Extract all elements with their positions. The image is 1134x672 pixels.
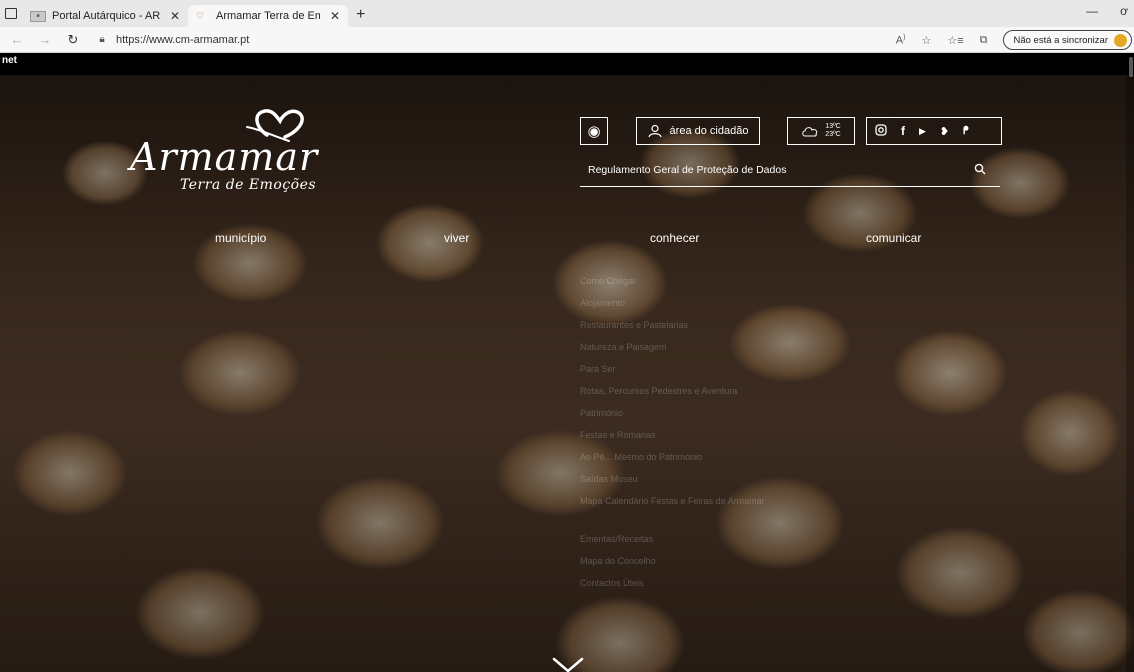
submenu-item[interactable]: Mapa do Concelho — [580, 555, 780, 577]
armamar-heart-favicon-icon: ♡ — [196, 10, 205, 21]
favorites-icon[interactable]: ☆≡ — [947, 34, 963, 47]
weather-temp-high: 13ºC — [825, 123, 841, 130]
address-bar: ← → ↻ 🔒︎ https://www.cm-armamar.pt A) ☆ … — [0, 27, 1134, 53]
submenu-item[interactable]: Rotas, Percursos Pedestres e Aventura — [580, 385, 780, 407]
language-button[interactable]: ◉ — [580, 117, 608, 145]
browser-tab-bar: ■ Portal Autárquico - ARMAMAR ✕ ♡ Armama… — [0, 0, 1134, 27]
tab-title: Portal Autárquico - ARMAMAR — [52, 10, 160, 22]
submenu-item[interactable]: Ementas/Receitas — [580, 533, 780, 555]
read-aloud-icon[interactable]: A) — [896, 34, 906, 47]
close-tab-icon[interactable]: ✕ — [326, 9, 340, 23]
nav-item-municipio[interactable]: município — [215, 231, 266, 245]
submenu-item[interactable]: Festas e Romarias — [580, 429, 780, 451]
refresh-icon[interactable]: ↻ — [62, 32, 84, 48]
search-icon[interactable] — [960, 163, 1000, 178]
submenu-item[interactable]: Património — [580, 407, 780, 429]
lock-icon[interactable]: 🔒︎ — [94, 34, 110, 45]
logo-tagline: Terra de Emoções — [180, 177, 317, 193]
submenu-item[interactable]: Para Ser — [580, 363, 780, 385]
user-icon — [647, 124, 662, 138]
window-menu-icon[interactable]: ơ — [1120, 4, 1128, 18]
back-arrow-icon[interactable]: ← — [6, 32, 28, 47]
scrollbar-thumb[interactable] — [1129, 57, 1133, 77]
submenu-item[interactable]: Contactos Úteis — [580, 577, 780, 599]
sync-status-label: Não está a sincronizar — [1013, 34, 1108, 46]
armamar-portal-favicon-icon: ■ — [30, 10, 46, 22]
submenu-item[interactable]: Alojamento — [580, 297, 780, 319]
collections-icon[interactable]: ⧉ — [980, 34, 988, 47]
weather-temp-low: 23ºC — [825, 131, 841, 138]
nav-item-viver[interactable]: viver — [444, 231, 469, 245]
submenu-item[interactable]: Restaurantes e Pastelarias — [580, 319, 780, 341]
globe-icon: ◉ — [587, 123, 601, 140]
submenu-item[interactable]: Ao Pé... Mesmo do Património — [580, 451, 780, 473]
search-input[interactable]: Regulamento Geral de Proteção de Dados — [580, 164, 960, 176]
sync-status-button[interactable]: Não está a sincronizar — [1003, 30, 1132, 50]
facebook-icon[interactable]: f — [901, 124, 905, 138]
submenu-item[interactable]: Mapa Calendário Festas e Feiras de Armam… — [580, 495, 780, 533]
search-bar[interactable]: Regulamento Geral de Proteção de Dados — [580, 154, 1000, 187]
address-bar-actions: A) ☆ ☆≡ ⧉ Não está a sincronizar — [896, 27, 1134, 53]
submenu-item[interactable]: Natureza e Paisagem — [580, 341, 780, 363]
rss-icon[interactable]: ᖰ — [963, 125, 969, 138]
web-page: net Armamar Terra de Emoções ◉ área do c… — [0, 53, 1134, 672]
tab-actions-icon[interactable] — [0, 0, 22, 27]
new-tab-icon[interactable]: + — [348, 6, 373, 24]
scroll-down-chevron-icon[interactable] — [550, 655, 586, 672]
instagram-icon[interactable] — [875, 123, 887, 139]
browser-tab-2-active[interactable]: ♡ Armamar Terra de Emoções ✕ — [188, 5, 348, 27]
nav-item-comunicar[interactable]: comunicar — [866, 231, 921, 245]
twitter-icon[interactable]: ❥ — [940, 125, 949, 138]
url-field[interactable]: https://www.cm-armamar.pt — [116, 34, 249, 46]
close-tab-icon[interactable]: ✕ — [166, 9, 180, 23]
citizen-area-button[interactable]: área do cidadão — [636, 117, 760, 145]
logo-wordmark: Armamar — [130, 135, 319, 179]
nav-item-conhecer[interactable]: conhecer — [650, 231, 699, 245]
profile-avatar — [1114, 33, 1127, 47]
forward-arrow-icon[interactable]: → — [34, 32, 56, 47]
weather-widget[interactable]: 13ºC 23ºC — [787, 117, 855, 145]
page-scrollbar[interactable] — [1126, 53, 1134, 672]
youtube-icon[interactable]: ▶ — [919, 126, 926, 137]
submenu-item[interactable]: Saídas Museu — [580, 473, 780, 495]
conhecer-submenu: Como Chegar Alojamento Restaurantes e Pa… — [580, 275, 780, 599]
social-links: f ▶ ❥ ᖰ — [866, 117, 1002, 145]
cloud-icon — [802, 127, 818, 137]
hero-content: Armamar Terra de Emoções ◉ área do cidad… — [0, 53, 1134, 672]
citizen-area-label: área do cidadão — [669, 125, 749, 137]
minimize-icon[interactable]: — — [1086, 4, 1098, 18]
submenu-item[interactable]: Como Chegar — [580, 275, 780, 297]
add-favorite-icon[interactable]: ☆ — [921, 34, 931, 47]
tab-title: Armamar Terra de Emoções — [216, 10, 320, 22]
browser-tab-1[interactable]: ■ Portal Autárquico - ARMAMAR ✕ — [22, 5, 188, 27]
armamar-logo[interactable]: Armamar Terra de Emoções — [130, 105, 340, 195]
window-controls: — ơ — [1086, 4, 1128, 18]
main-navigation: município viver conhecer comunicar — [0, 231, 1134, 251]
